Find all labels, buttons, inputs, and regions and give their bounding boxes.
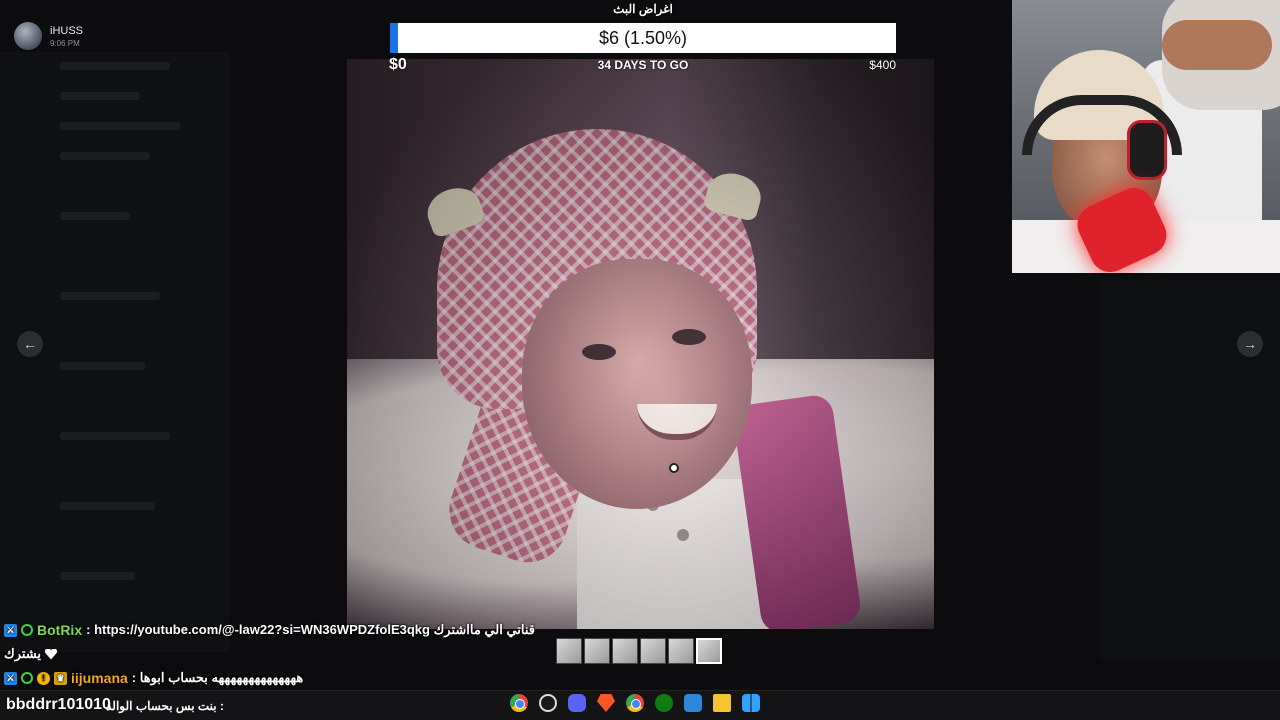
mod-badge-icon: ⚔ — [4, 671, 17, 685]
chat-message-overlay: بنت بس بحساب الوالد : — [106, 699, 224, 713]
image-poster: iHUSS 9:06 PM — [14, 22, 83, 50]
thumbnail[interactable] — [640, 638, 666, 664]
chat-text: يشترك — [4, 646, 42, 661]
chat-overlay: ⚔ BotRix : https://youtube.com/@-law22?si=… — [0, 618, 560, 690]
obs-icon[interactable] — [539, 694, 557, 712]
chrome-icon[interactable] — [626, 694, 644, 712]
thumbnail[interactable] — [584, 638, 610, 664]
chat-message: يشترك — [0, 642, 560, 666]
chat-text: : https://youtube.com/@-law22?si=WN36WPD… — [86, 622, 536, 637]
image-thumbnails — [556, 638, 722, 664]
goal-progress-bar: $6 (1.50%) — [390, 23, 896, 53]
store-icon[interactable] — [684, 694, 702, 712]
thumbnail[interactable] — [668, 638, 694, 664]
mod-badge-icon: ⚔ — [4, 623, 17, 637]
goal-title: اغراض البث — [613, 2, 673, 16]
stream-screen: iHUSS 9:06 PM اغراض البث $6 (1.50%) $0 3… — [0, 0, 1280, 720]
webcam-feed — [1012, 0, 1280, 273]
thumbnail[interactable] — [696, 638, 722, 664]
thumbnail[interactable] — [612, 638, 638, 664]
chat-username[interactable]: BotRix — [37, 622, 82, 638]
chat-message: ⚔ BotRix : https://youtube.com/@-law22?si=… — [0, 618, 560, 642]
warning-badge-icon: ! — [37, 671, 50, 685]
taskbar-apps — [510, 694, 760, 712]
folder-icon[interactable] — [713, 694, 731, 712]
chat-message: ⚔! ♛ iijumana: ههههههههههههههه بحساب ابوها — [0, 666, 560, 690]
heart-icon — [45, 649, 57, 660]
viewed-image[interactable] — [347, 59, 934, 629]
crown-badge-icon: ♛ — [54, 671, 67, 685]
post-timestamp: 9:06 PM — [50, 38, 80, 48]
windows-icon[interactable] — [742, 694, 760, 712]
previous-image-button[interactable]: ← — [17, 331, 43, 357]
goal-days-left: 34 DAYS TO GO — [597, 58, 689, 72]
brave-icon[interactable] — [597, 694, 615, 712]
avatar[interactable] — [14, 22, 42, 50]
chat-text: : ههههههههههههههه بحساب ابوها — [131, 670, 304, 685]
chrome-icon[interactable] — [510, 694, 528, 712]
verified-badge-icon — [21, 624, 33, 636]
goal-amount: $6 (1.50%) — [598, 28, 688, 48]
zoom-cursor-icon — [669, 463, 679, 473]
poster-name[interactable]: iHUSS — [50, 25, 83, 37]
chat-username[interactable]: iijumana — [71, 670, 128, 686]
xbox-icon[interactable] — [655, 694, 673, 712]
discord-icon[interactable] — [568, 694, 586, 712]
verified-badge-icon — [21, 672, 33, 684]
next-image-button[interactable]: → — [1237, 331, 1263, 357]
goal-max: $400 — [869, 58, 896, 72]
chat-user-overlay: bbddrr101010 — [6, 696, 111, 713]
